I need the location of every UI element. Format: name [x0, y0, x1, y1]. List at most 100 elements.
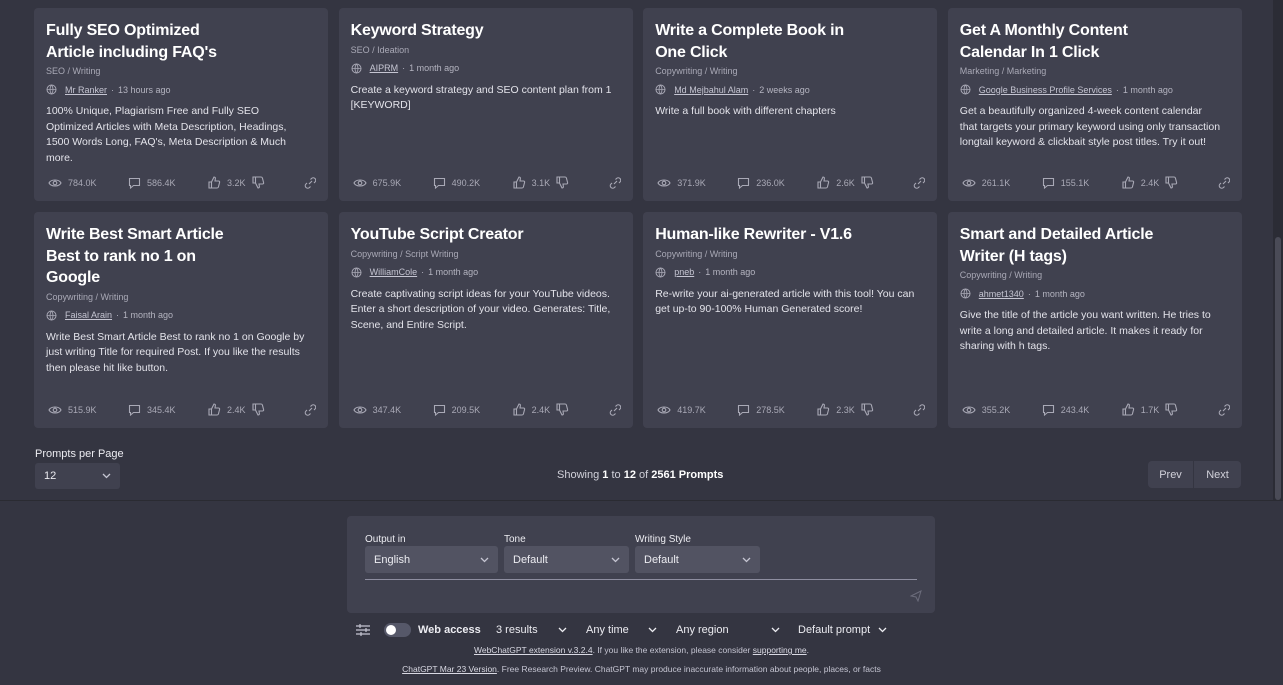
thumbs-down-button[interactable]: [556, 176, 575, 189]
version-footer: ChatGPT Mar 23 Version. Free Research Pr…: [402, 664, 881, 674]
scrollbar-thumb[interactable]: [1275, 237, 1281, 500]
usage-count: 586.4K: [147, 177, 176, 188]
separator-dot: ·: [111, 84, 115, 95]
copy-link-button[interactable]: [609, 176, 621, 189]
prompt-value: Default prompt: [798, 624, 871, 636]
thumbs-up-button[interactable]: [817, 176, 836, 189]
extension-link[interactable]: WebChatGPT extension v.3.2.4: [474, 645, 593, 655]
prompt-card[interactable]: Keyword Strategy SEO / Ideation AIPRM · 1 mo…: [338, 8, 633, 201]
prompts-per-page-select[interactable]: 12: [35, 463, 120, 489]
card-category: Marketing / Marketing: [959, 66, 1047, 76]
tone-select[interactable]: Default: [504, 546, 629, 573]
views-stat: 784.0K: [48, 177, 128, 189]
thumbs-down-button[interactable]: [251, 403, 271, 416]
thumbs-down-icon: [861, 403, 873, 416]
prompt-card[interactable]: Write Best Smart Article Best to rank no…: [34, 212, 328, 428]
copy-link-button[interactable]: [913, 176, 926, 189]
settings-sliders-icon[interactable]: [355, 623, 371, 637]
time-select[interactable]: Any time: [586, 624, 676, 636]
card-description: Re-write your ai-generated article with …: [655, 287, 915, 316]
tone-label: Tone: [504, 534, 526, 545]
web-access-toggle[interactable]: [384, 623, 411, 637]
prev-button[interactable]: Prev: [1148, 461, 1194, 488]
likes-count: 3.1K: [531, 177, 551, 188]
comment-icon: [738, 177, 750, 189]
chevron-down-icon: [611, 557, 620, 562]
author-link[interactable]: Faisal Arain: [65, 310, 112, 320]
card-meta: WilliamCole · 1 month ago: [351, 267, 621, 278]
author-link[interactable]: AIPRM: [370, 63, 399, 73]
usage-stat: 236.0K: [737, 177, 817, 189]
next-button[interactable]: Next: [1194, 461, 1241, 488]
prompt-card[interactable]: Write a Complete Book in One Click Copywr…: [643, 8, 938, 201]
globe-icon: [960, 84, 971, 95]
globe-icon: [351, 63, 362, 73]
author-link[interactable]: Google Business Profile Services: [979, 85, 1112, 95]
card-title: Get A Monthly Content Calendar In 1 Clic…: [959, 22, 1128, 61]
copy-link-button[interactable]: [304, 176, 316, 189]
card-title: Fully SEO Optimized Article including FA…: [46, 22, 217, 61]
prompt-select[interactable]: Default prompt: [798, 624, 887, 636]
card-category: SEO / Writing: [46, 66, 101, 76]
prompt-card[interactable]: YouTube Script Creator Copywriting / Scri…: [338, 212, 633, 428]
eye-icon: [962, 178, 976, 187]
send-icon[interactable]: [910, 590, 922, 602]
output-language-value: English: [374, 553, 411, 566]
thumbs-down-icon: [556, 403, 569, 416]
views-stat: 355.2K: [962, 404, 1042, 416]
author-link[interactable]: Mr Ranker: [65, 85, 107, 95]
thumbs-down-button[interactable]: [861, 176, 880, 189]
copy-link-button[interactable]: [609, 403, 621, 416]
author-link[interactable]: WilliamCole: [370, 267, 418, 277]
thumbs-down-button[interactable]: [1165, 403, 1184, 416]
thumbs-up-button[interactable]: [208, 176, 227, 189]
card-stats: 784.0K 586.4K 3.2K: [48, 176, 316, 189]
showing-count: Showing 1 to 12 of 2561 Prompts: [557, 469, 724, 481]
version-link[interactable]: ChatGPT Mar 23 Version: [402, 664, 497, 674]
thumbs-up-button[interactable]: [513, 403, 532, 416]
prompt-input[interactable]: [365, 579, 917, 580]
votes-stat: 2.3K: [817, 403, 903, 416]
votes-stat: 2.4K: [1122, 176, 1208, 189]
link-icon: [913, 403, 926, 416]
globe-icon: [655, 84, 666, 95]
prompt-card[interactable]: Get A Monthly Content Calendar In 1 Clic…: [947, 8, 1242, 201]
views-count: 355.2K: [981, 404, 1011, 415]
prompt-card[interactable]: Human-like Rewriter - V1.6 Copywriting / …: [643, 212, 938, 428]
prompt-card[interactable]: Fully SEO Optimized Article including FA…: [34, 8, 328, 201]
thumbs-up-button[interactable]: [1122, 176, 1141, 189]
prompts-per-page-label: Prompts per Page: [35, 448, 124, 460]
usage-stat: 209.5K: [433, 404, 513, 416]
usage-stat: 278.5K: [737, 404, 817, 416]
eye-icon: [48, 178, 62, 187]
card-stats: 675.9K 490.2K 3.1K: [352, 176, 621, 189]
thumbs-down-button[interactable]: [861, 403, 880, 416]
post-time: 13 hours ago: [118, 84, 171, 95]
thumbs-up-button[interactable]: [1122, 403, 1141, 416]
writing-style-select[interactable]: Default: [635, 546, 760, 573]
thumbs-up-button[interactable]: [817, 403, 836, 416]
copy-link-button[interactable]: [913, 403, 926, 416]
views-count: 371.9K: [677, 177, 706, 188]
support-link[interactable]: supporting me: [753, 645, 807, 655]
results-select[interactable]: 3 results: [496, 624, 586, 636]
thumbs-down-button[interactable]: [251, 176, 271, 189]
thumbs-up-button[interactable]: [513, 176, 532, 189]
views-stat: 419.7K: [657, 404, 737, 416]
author-link[interactable]: ahmet1340: [979, 289, 1024, 299]
prompt-card[interactable]: Smart and Detailed Article Writer (H tag…: [947, 212, 1242, 428]
author-link[interactable]: Md Mejbahul Alam: [674, 85, 748, 95]
thumbs-up-button[interactable]: [208, 403, 227, 416]
card-description: Create a keyword strategy and SEO conten…: [350, 83, 612, 112]
chevron-down-icon: [742, 557, 751, 562]
scrollbar-track[interactable]: [1273, 0, 1283, 500]
copy-link-button[interactable]: [304, 403, 316, 416]
copy-link-button[interactable]: [1218, 176, 1230, 189]
thumbs-down-button[interactable]: [1165, 176, 1184, 189]
region-select[interactable]: Any region: [676, 624, 798, 636]
copy-link-button[interactable]: [1218, 403, 1230, 416]
output-language-select[interactable]: English: [365, 546, 498, 573]
author-link[interactable]: pneb: [674, 267, 694, 277]
thumbs-down-button[interactable]: [556, 403, 575, 416]
thumbs-up-icon: [817, 176, 830, 189]
